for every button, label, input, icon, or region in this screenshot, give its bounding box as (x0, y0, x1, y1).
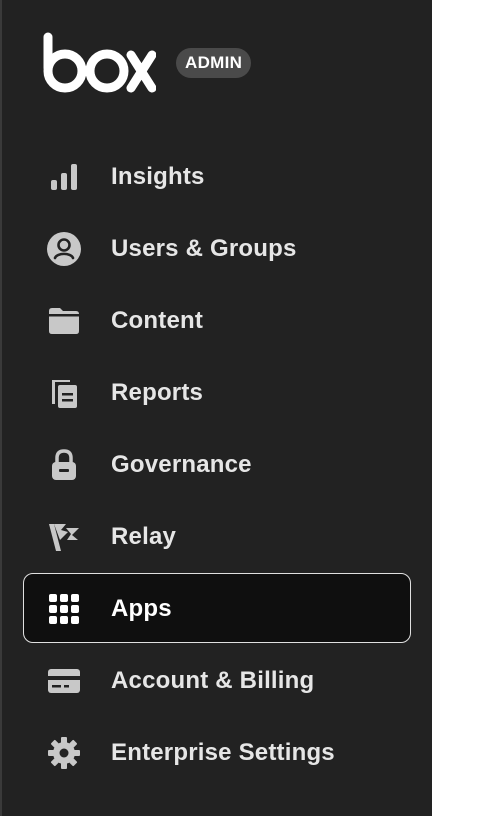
credit-card-icon (46, 663, 82, 699)
folder-icon (46, 303, 82, 339)
nav-label: Insights (111, 163, 205, 190)
bar-chart-icon (46, 159, 82, 195)
nav-label: Users & Groups (111, 235, 297, 262)
nav-label: Account & Billing (111, 667, 315, 694)
nav-item-account-billing[interactable]: Account & Billing (2, 645, 434, 717)
user-circle-icon (46, 231, 82, 267)
main-content-area (432, 0, 482, 816)
nav-item-apps[interactable]: Apps (2, 573, 434, 645)
admin-nav: Insights Users & Groups Content Reports … (2, 141, 434, 789)
nav-label: Content (111, 307, 204, 334)
admin-badge: ADMIN (176, 48, 252, 78)
admin-sidebar: ADMIN Insights Users & Groups Content Re… (0, 0, 432, 816)
box-logo[interactable] (42, 32, 156, 94)
nav-label: Relay (111, 523, 177, 550)
nav-label: Apps (111, 595, 172, 622)
nav-item-reports[interactable]: Reports (2, 357, 434, 429)
nav-item-governance[interactable]: Governance (2, 429, 434, 501)
nav-item-content[interactable]: Content (2, 285, 434, 357)
lock-icon (46, 447, 82, 483)
relay-flag-icon (46, 519, 82, 555)
nav-item-insights[interactable]: Insights (2, 141, 434, 213)
nav-label: Enterprise Settings (111, 739, 335, 766)
nav-label: Reports (111, 379, 204, 406)
nav-item-relay[interactable]: Relay (2, 501, 434, 573)
nav-item-users-groups[interactable]: Users & Groups (2, 213, 434, 285)
grid-icon (46, 591, 82, 627)
brand-header: ADMIN (42, 32, 252, 94)
nav-item-enterprise-settings[interactable]: Enterprise Settings (2, 717, 434, 789)
nav-label: Governance (111, 451, 252, 478)
documents-icon (46, 375, 82, 411)
gear-icon (46, 735, 82, 771)
